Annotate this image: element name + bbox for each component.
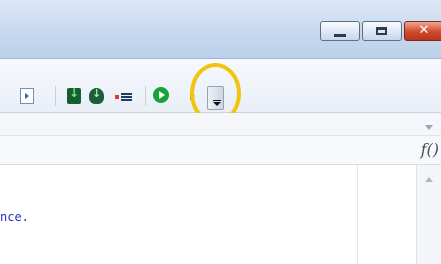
list-line <box>121 93 132 95</box>
chevron-down-icon[interactable] <box>425 125 433 130</box>
toolbar-separator <box>145 86 146 106</box>
page-play-icon[interactable] <box>20 88 34 104</box>
run-icon[interactable] <box>153 87 169 103</box>
name-bar <box>0 136 441 165</box>
close-button[interactable]: ✕ <box>404 21 441 41</box>
download-green-icon[interactable] <box>67 86 81 104</box>
vertical-scrollbar[interactable] <box>416 165 441 264</box>
list-bullet <box>115 95 119 99</box>
download-shield-icon[interactable] <box>89 87 104 104</box>
maximize-button[interactable] <box>362 21 402 41</box>
maximize-icon <box>376 27 387 35</box>
scroll-up-icon[interactable] <box>425 177 433 182</box>
editor-pane[interactable] <box>0 165 357 264</box>
title-bar: ✕ <box>0 0 441 59</box>
side-pane <box>358 165 415 264</box>
minimize-icon <box>334 34 346 37</box>
minimize-button[interactable] <box>320 21 360 41</box>
code-text: nce. <box>0 210 29 224</box>
list-line <box>121 96 132 98</box>
toolbar-separator <box>55 86 56 106</box>
list-line <box>121 99 132 101</box>
list-icon[interactable] <box>115 92 133 102</box>
close-icon: ✕ <box>418 23 430 38</box>
function-icon[interactable]: f() <box>421 140 439 159</box>
formula-bar <box>0 113 441 136</box>
